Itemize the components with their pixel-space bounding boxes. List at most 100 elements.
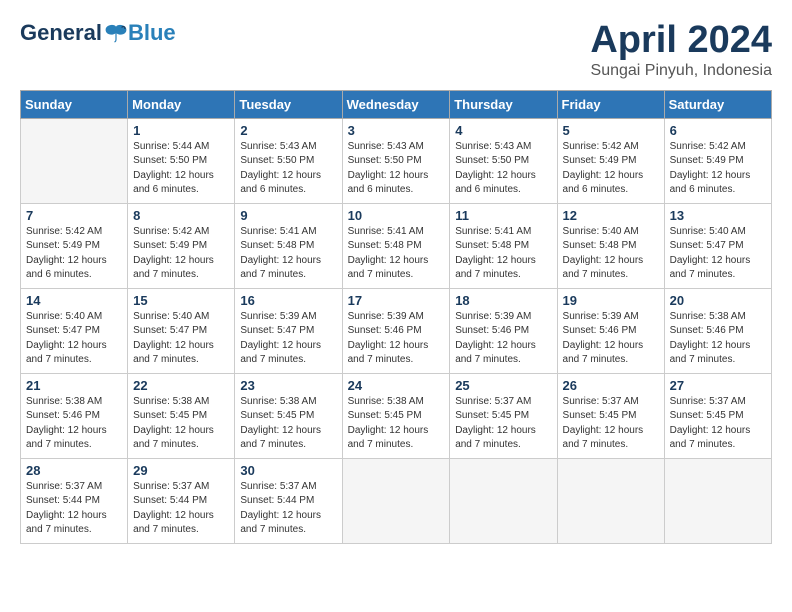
calendar-cell: 11 Sunrise: 5:41 AM Sunset: 5:48 PM Dayli… xyxy=(450,203,557,288)
calendar-cell: 30 Sunrise: 5:37 AM Sunset: 5:44 PM Dayli… xyxy=(235,458,342,543)
day-info: Sunrise: 5:38 AM Sunset: 5:45 PM Dayligh… xyxy=(348,395,445,453)
day-number: 8 xyxy=(133,208,229,223)
calendar-cell: 7 Sunrise: 5:42 AM Sunset: 5:49 PM Daylig… xyxy=(21,203,128,288)
calendar-cell: 3 Sunrise: 5:43 AM Sunset: 5:50 PM Daylig… xyxy=(342,118,450,203)
calendar-cell xyxy=(664,458,771,543)
calendar-cell: 19 Sunrise: 5:39 AM Sunset: 5:46 PM Dayli… xyxy=(557,288,664,373)
day-number: 5 xyxy=(563,123,659,138)
calendar-cell: 26Sunrise: 5:37 AM Sunset: 5:45 PM Dayli… xyxy=(557,373,664,458)
day-info: Sunrise: 5:37 AM Sunset: 5:45 PM Dayligh… xyxy=(670,395,766,453)
day-info: Sunrise: 5:39 AM Sunset: 5:46 PM Dayligh… xyxy=(348,310,445,368)
calendar-cell: 24 Sunrise: 5:38 AM Sunset: 5:45 PM Dayli… xyxy=(342,373,450,458)
day-number: 26 xyxy=(563,378,659,393)
calendar-cell: 29 Sunrise: 5:37 AM Sunset: 5:44 PM Dayli… xyxy=(128,458,235,543)
day-info: Sunrise: 5:41 AM Sunset: 5:48 PM Dayligh… xyxy=(348,225,445,283)
day-info: Sunrise: 5:42 AM Sunset: 5:49 PM Dayligh… xyxy=(670,140,766,198)
weekday-header-saturday: Saturday xyxy=(664,90,771,118)
day-number: 29 xyxy=(133,463,229,478)
calendar-cell: 12Sunrise: 5:40 AM Sunset: 5:48 PM Dayli… xyxy=(557,203,664,288)
day-number: 10 xyxy=(348,208,445,223)
day-number: 11 xyxy=(455,208,551,223)
day-info: Sunrise: 5:38 AM Sunset: 5:46 PM Dayligh… xyxy=(26,395,122,453)
day-info: Sunrise: 5:42 AM Sunset: 5:49 PM Dayligh… xyxy=(133,225,229,283)
day-info: Sunrise: 5:39 AM Sunset: 5:46 PM Dayligh… xyxy=(455,310,551,368)
bird-icon xyxy=(104,21,128,45)
day-number: 12 xyxy=(563,208,659,223)
day-number: 1 xyxy=(133,123,229,138)
location: Sungai Pinyuh, Indonesia xyxy=(590,62,772,80)
day-info: Sunrise: 5:43 AM Sunset: 5:50 PM Dayligh… xyxy=(240,140,336,198)
day-number: 4 xyxy=(455,123,551,138)
calendar-cell: 23 Sunrise: 5:38 AM Sunset: 5:45 PM Dayli… xyxy=(235,373,342,458)
day-number: 17 xyxy=(348,293,445,308)
day-info: Sunrise: 5:39 AM Sunset: 5:46 PM Dayligh… xyxy=(563,310,659,368)
day-info: Sunrise: 5:37 AM Sunset: 5:44 PM Dayligh… xyxy=(240,480,336,538)
weekday-header-tuesday: Tuesday xyxy=(235,90,342,118)
weekday-header-sunday: Sunday xyxy=(21,90,128,118)
weekday-header-thursday: Thursday xyxy=(450,90,557,118)
day-info: Sunrise: 5:41 AM Sunset: 5:48 PM Dayligh… xyxy=(240,225,336,283)
weekday-header-wednesday: Wednesday xyxy=(342,90,450,118)
day-info: Sunrise: 5:38 AM Sunset: 5:45 PM Dayligh… xyxy=(240,395,336,453)
calendar-cell xyxy=(342,458,450,543)
week-row-2: 7 Sunrise: 5:42 AM Sunset: 5:49 PM Daylig… xyxy=(21,203,772,288)
day-number: 23 xyxy=(240,378,336,393)
weekday-header-row: SundayMondayTuesdayWednesdayThursdayFrid… xyxy=(21,90,772,118)
calendar-cell: 4 Sunrise: 5:43 AM Sunset: 5:50 PM Daylig… xyxy=(450,118,557,203)
logo-general: General xyxy=(20,20,102,46)
day-info: Sunrise: 5:37 AM Sunset: 5:44 PM Dayligh… xyxy=(133,480,229,538)
calendar-cell: 21 Sunrise: 5:38 AM Sunset: 5:46 PM Dayli… xyxy=(21,373,128,458)
calendar-cell: 17 Sunrise: 5:39 AM Sunset: 5:46 PM Dayli… xyxy=(342,288,450,373)
day-info: Sunrise: 5:44 AM Sunset: 5:50 PM Dayligh… xyxy=(133,140,229,198)
weekday-header-monday: Monday xyxy=(128,90,235,118)
day-number: 25 xyxy=(455,378,551,393)
day-number: 9 xyxy=(240,208,336,223)
day-info: Sunrise: 5:42 AM Sunset: 5:49 PM Dayligh… xyxy=(26,225,122,283)
page-header: General Blue April 2024 Sungai Pinyuh, I… xyxy=(20,20,772,80)
calendar-cell: 8 Sunrise: 5:42 AM Sunset: 5:49 PM Daylig… xyxy=(128,203,235,288)
day-number: 15 xyxy=(133,293,229,308)
day-number: 19 xyxy=(563,293,659,308)
calendar-cell: 14 Sunrise: 5:40 AM Sunset: 5:47 PM Dayli… xyxy=(21,288,128,373)
calendar-cell: 27Sunrise: 5:37 AM Sunset: 5:45 PM Dayli… xyxy=(664,373,771,458)
calendar-cell: 16Sunrise: 5:39 AM Sunset: 5:47 PM Dayli… xyxy=(235,288,342,373)
calendar-cell: 1 Sunrise: 5:44 AM Sunset: 5:50 PM Daylig… xyxy=(128,118,235,203)
calendar-table: SundayMondayTuesdayWednesdayThursdayFrid… xyxy=(20,90,772,544)
day-number: 30 xyxy=(240,463,336,478)
calendar-cell: 15Sunrise: 5:40 AM Sunset: 5:47 PM Dayli… xyxy=(128,288,235,373)
month-title: April 2024 xyxy=(590,20,772,62)
title-block: April 2024 Sungai Pinyuh, Indonesia xyxy=(590,20,772,80)
day-info: Sunrise: 5:43 AM Sunset: 5:50 PM Dayligh… xyxy=(348,140,445,198)
day-number: 28 xyxy=(26,463,122,478)
day-info: Sunrise: 5:37 AM Sunset: 5:44 PM Dayligh… xyxy=(26,480,122,538)
day-number: 20 xyxy=(670,293,766,308)
weekday-header-friday: Friday xyxy=(557,90,664,118)
calendar-cell xyxy=(450,458,557,543)
calendar-cell: 25 Sunrise: 5:37 AM Sunset: 5:45 PM Dayli… xyxy=(450,373,557,458)
calendar-cell: 28 Sunrise: 5:37 AM Sunset: 5:44 PM Dayli… xyxy=(21,458,128,543)
day-info: Sunrise: 5:41 AM Sunset: 5:48 PM Dayligh… xyxy=(455,225,551,283)
day-number: 18 xyxy=(455,293,551,308)
day-number: 3 xyxy=(348,123,445,138)
day-info: Sunrise: 5:42 AM Sunset: 5:49 PM Dayligh… xyxy=(563,140,659,198)
day-info: Sunrise: 5:38 AM Sunset: 5:46 PM Dayligh… xyxy=(670,310,766,368)
calendar-cell xyxy=(21,118,128,203)
day-number: 21 xyxy=(26,378,122,393)
day-number: 16 xyxy=(240,293,336,308)
day-number: 22 xyxy=(133,378,229,393)
calendar-cell xyxy=(557,458,664,543)
calendar-cell: 13 Sunrise: 5:40 AM Sunset: 5:47 PM Dayli… xyxy=(664,203,771,288)
day-number: 14 xyxy=(26,293,122,308)
day-info: Sunrise: 5:37 AM Sunset: 5:45 PM Dayligh… xyxy=(455,395,551,453)
day-number: 24 xyxy=(348,378,445,393)
day-info: Sunrise: 5:40 AM Sunset: 5:47 PM Dayligh… xyxy=(670,225,766,283)
day-info: Sunrise: 5:43 AM Sunset: 5:50 PM Dayligh… xyxy=(455,140,551,198)
week-row-4: 21 Sunrise: 5:38 AM Sunset: 5:46 PM Dayli… xyxy=(21,373,772,458)
day-info: Sunrise: 5:40 AM Sunset: 5:47 PM Dayligh… xyxy=(26,310,122,368)
logo: General Blue xyxy=(20,20,176,46)
day-number: 13 xyxy=(670,208,766,223)
day-info: Sunrise: 5:38 AM Sunset: 5:45 PM Dayligh… xyxy=(133,395,229,453)
calendar-cell: 22 Sunrise: 5:38 AM Sunset: 5:45 PM Dayli… xyxy=(128,373,235,458)
day-number: 7 xyxy=(26,208,122,223)
day-number: 6 xyxy=(670,123,766,138)
